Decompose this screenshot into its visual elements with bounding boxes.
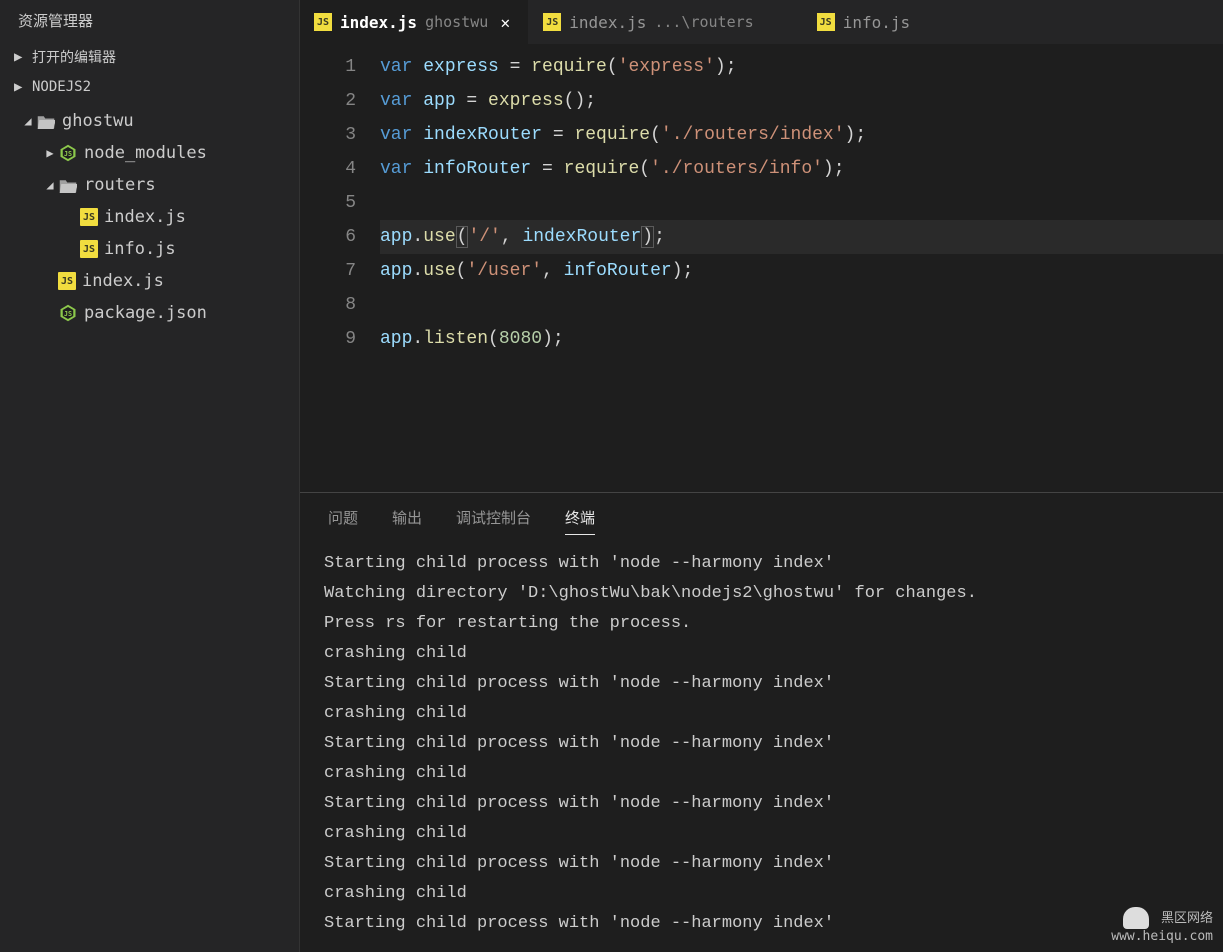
line-numbers: 123456789 [300,50,380,492]
svg-text:JS: JS [64,310,72,318]
tab-title: info.js [843,13,910,32]
open-editors-section[interactable]: ▶ 打开的编辑器 [0,41,299,73]
js-icon: JS [543,13,561,31]
tree-item-label: package.json [84,303,207,323]
tree-item-label: node_modules [84,143,207,163]
main-area: JSindex.jsghostwu✕JSindex.js...\routersJ… [300,0,1223,952]
explorer-title: 资源管理器 [0,0,299,41]
tree-item-node_modules[interactable]: ▶ JS node_modules [0,137,299,169]
chevron-down-icon: ◢ [20,114,36,128]
panel-tabs: 问题 输出 调试控制台 终端 [300,493,1223,545]
tree-item-info-js[interactable]: JS info.js [0,233,299,265]
file-tree: ◢ ghostwu ▶ JS node_modules ◢ routers JS index.j… [0,101,299,333]
tree-item-routers[interactable]: ◢ routers [0,169,299,201]
tree-item-index-js[interactable]: JS index.js [0,265,299,297]
tab-title: index.js [340,13,417,32]
tab-path: ...\routers [654,13,753,31]
tree-item-label: routers [84,175,156,195]
nodejs-icon: JS [58,143,78,163]
js-icon: JS [80,240,98,258]
code-editor[interactable]: 123456789 var express = require('express… [300,44,1223,492]
tab-path: ghostwu [425,13,488,31]
chevron-right-icon: ▶ [42,146,58,160]
js-icon: JS [80,208,98,226]
close-icon[interactable]: ✕ [496,13,514,32]
tree-item-label: info.js [104,239,176,259]
chevron-down-icon: ◢ [42,178,58,192]
tree-item-label: ghostwu [62,111,134,131]
tab-title: index.js [569,13,646,32]
editor-tabs: JSindex.jsghostwu✕JSindex.js...\routersJ… [300,0,1223,44]
panel-tab-2[interactable]: 调试控制台 [456,507,531,535]
open-editors-label: 打开的编辑器 [32,47,116,67]
panel-tab-1[interactable]: 输出 [392,507,422,535]
code-content[interactable]: var express = require('express');var app… [380,50,1223,492]
folder-open-icon [36,111,56,131]
tree-item-package-json[interactable]: JS package.json [0,297,299,329]
folder-open-icon [58,175,78,195]
panel-tab-3[interactable]: 终端 [565,507,595,535]
editor-tab-1[interactable]: JS index.js ...\routers [529,0,802,44]
tree-item-label: index.js [82,271,164,291]
svg-text:JS: JS [64,150,72,158]
chevron-right-icon: ▶ [14,49,28,65]
panel-tab-0[interactable]: 问题 [328,507,358,535]
chevron-right-icon: ▶ [14,79,28,95]
js-icon: JS [314,13,332,31]
bottom-panel: 问题 输出 调试控制台 终端 Starting child process with … [300,492,1223,952]
project-label: NODEJS2 [32,79,91,95]
editor-tab-0[interactable]: JS index.js ghostwu ✕ [300,0,529,44]
tree-item-ghostwu[interactable]: ◢ ghostwu [0,105,299,137]
js-icon: JS [817,13,835,31]
nodejs-icon: JS [58,303,78,323]
project-section[interactable]: ▶ NODEJS2 [0,73,299,101]
terminal-output[interactable]: Starting child process with 'node --harm… [300,545,1223,952]
explorer-sidebar: 资源管理器 ▶ 打开的编辑器 ▶ NODEJS2 ◢ ghostwu ▶ JS node… [0,0,300,952]
js-icon: JS [58,272,76,290]
tree-item-index-js[interactable]: JS index.js [0,201,299,233]
tree-item-label: index.js [104,207,186,227]
editor-tab-2[interactable]: JS info.js [803,0,959,44]
